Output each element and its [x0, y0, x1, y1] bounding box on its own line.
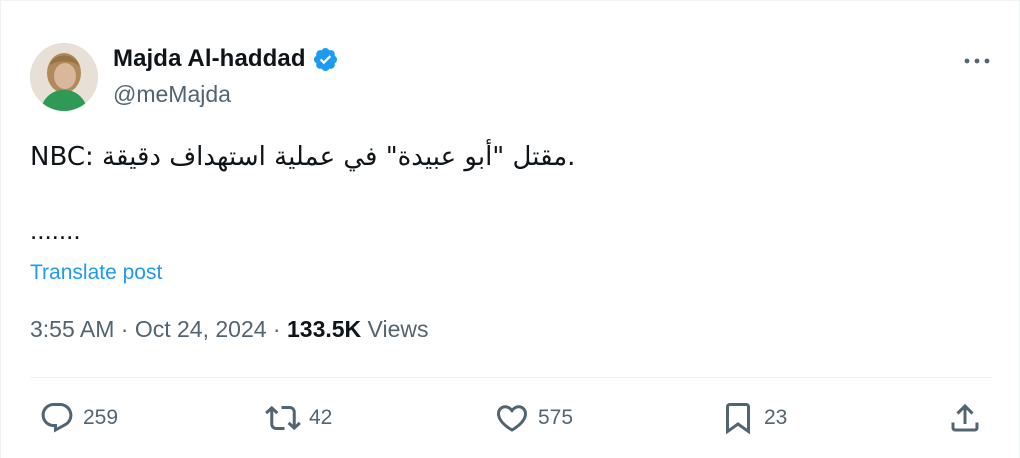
- meta-separator: ·: [114, 316, 135, 342]
- divider: [30, 377, 992, 378]
- author-handle[interactable]: @meMajda: [113, 81, 231, 108]
- author-name[interactable]: Majda Al-haddad: [113, 45, 306, 73]
- tweet-meta: 3:55 AM · Oct 24, 2024 · 133.5K Views: [30, 316, 429, 343]
- reply-button[interactable]: 259: [39, 399, 118, 437]
- translate-post-link[interactable]: Translate post: [30, 261, 162, 285]
- tweet-time[interactable]: 3:55 AM: [30, 316, 114, 342]
- author-name-row[interactable]: Majda Al-haddad: [113, 45, 339, 73]
- bookmark-icon: [726, 403, 750, 435]
- bookmark-count: 23: [764, 406, 788, 429]
- like-count: 575: [538, 406, 574, 429]
- reply-count: 259: [83, 406, 119, 429]
- tweet-date[interactable]: Oct 24, 2024: [135, 316, 267, 342]
- verified-badge-icon: [313, 47, 337, 71]
- tweet-continuation: .......: [30, 215, 81, 245]
- share-icon: [951, 403, 979, 432]
- more-options-icon: [964, 58, 990, 64]
- share-button[interactable]: [947, 399, 983, 437]
- repost-icon: [265, 405, 301, 431]
- repost-count: 42: [309, 406, 333, 429]
- meta-separator: ·: [266, 316, 287, 342]
- avatar-image: [30, 43, 98, 111]
- more-options-button[interactable]: [957, 51, 997, 71]
- tweet-card: Majda Al-haddad @meMajda NBC: مقتل "أبو …: [0, 0, 1020, 458]
- tweet-text: NBC: مقتل "أبو عبيدة" في عملية استهداف د…: [30, 142, 576, 172]
- like-button[interactable]: 575: [494, 399, 573, 437]
- reply-icon: [41, 403, 73, 433]
- views-count: 133.5K: [287, 316, 362, 342]
- views-label: Views: [361, 316, 429, 342]
- avatar[interactable]: [30, 43, 98, 111]
- heart-icon: [496, 405, 528, 432]
- repost-button[interactable]: 42: [265, 399, 332, 437]
- bookmark-button[interactable]: 23: [720, 399, 787, 437]
